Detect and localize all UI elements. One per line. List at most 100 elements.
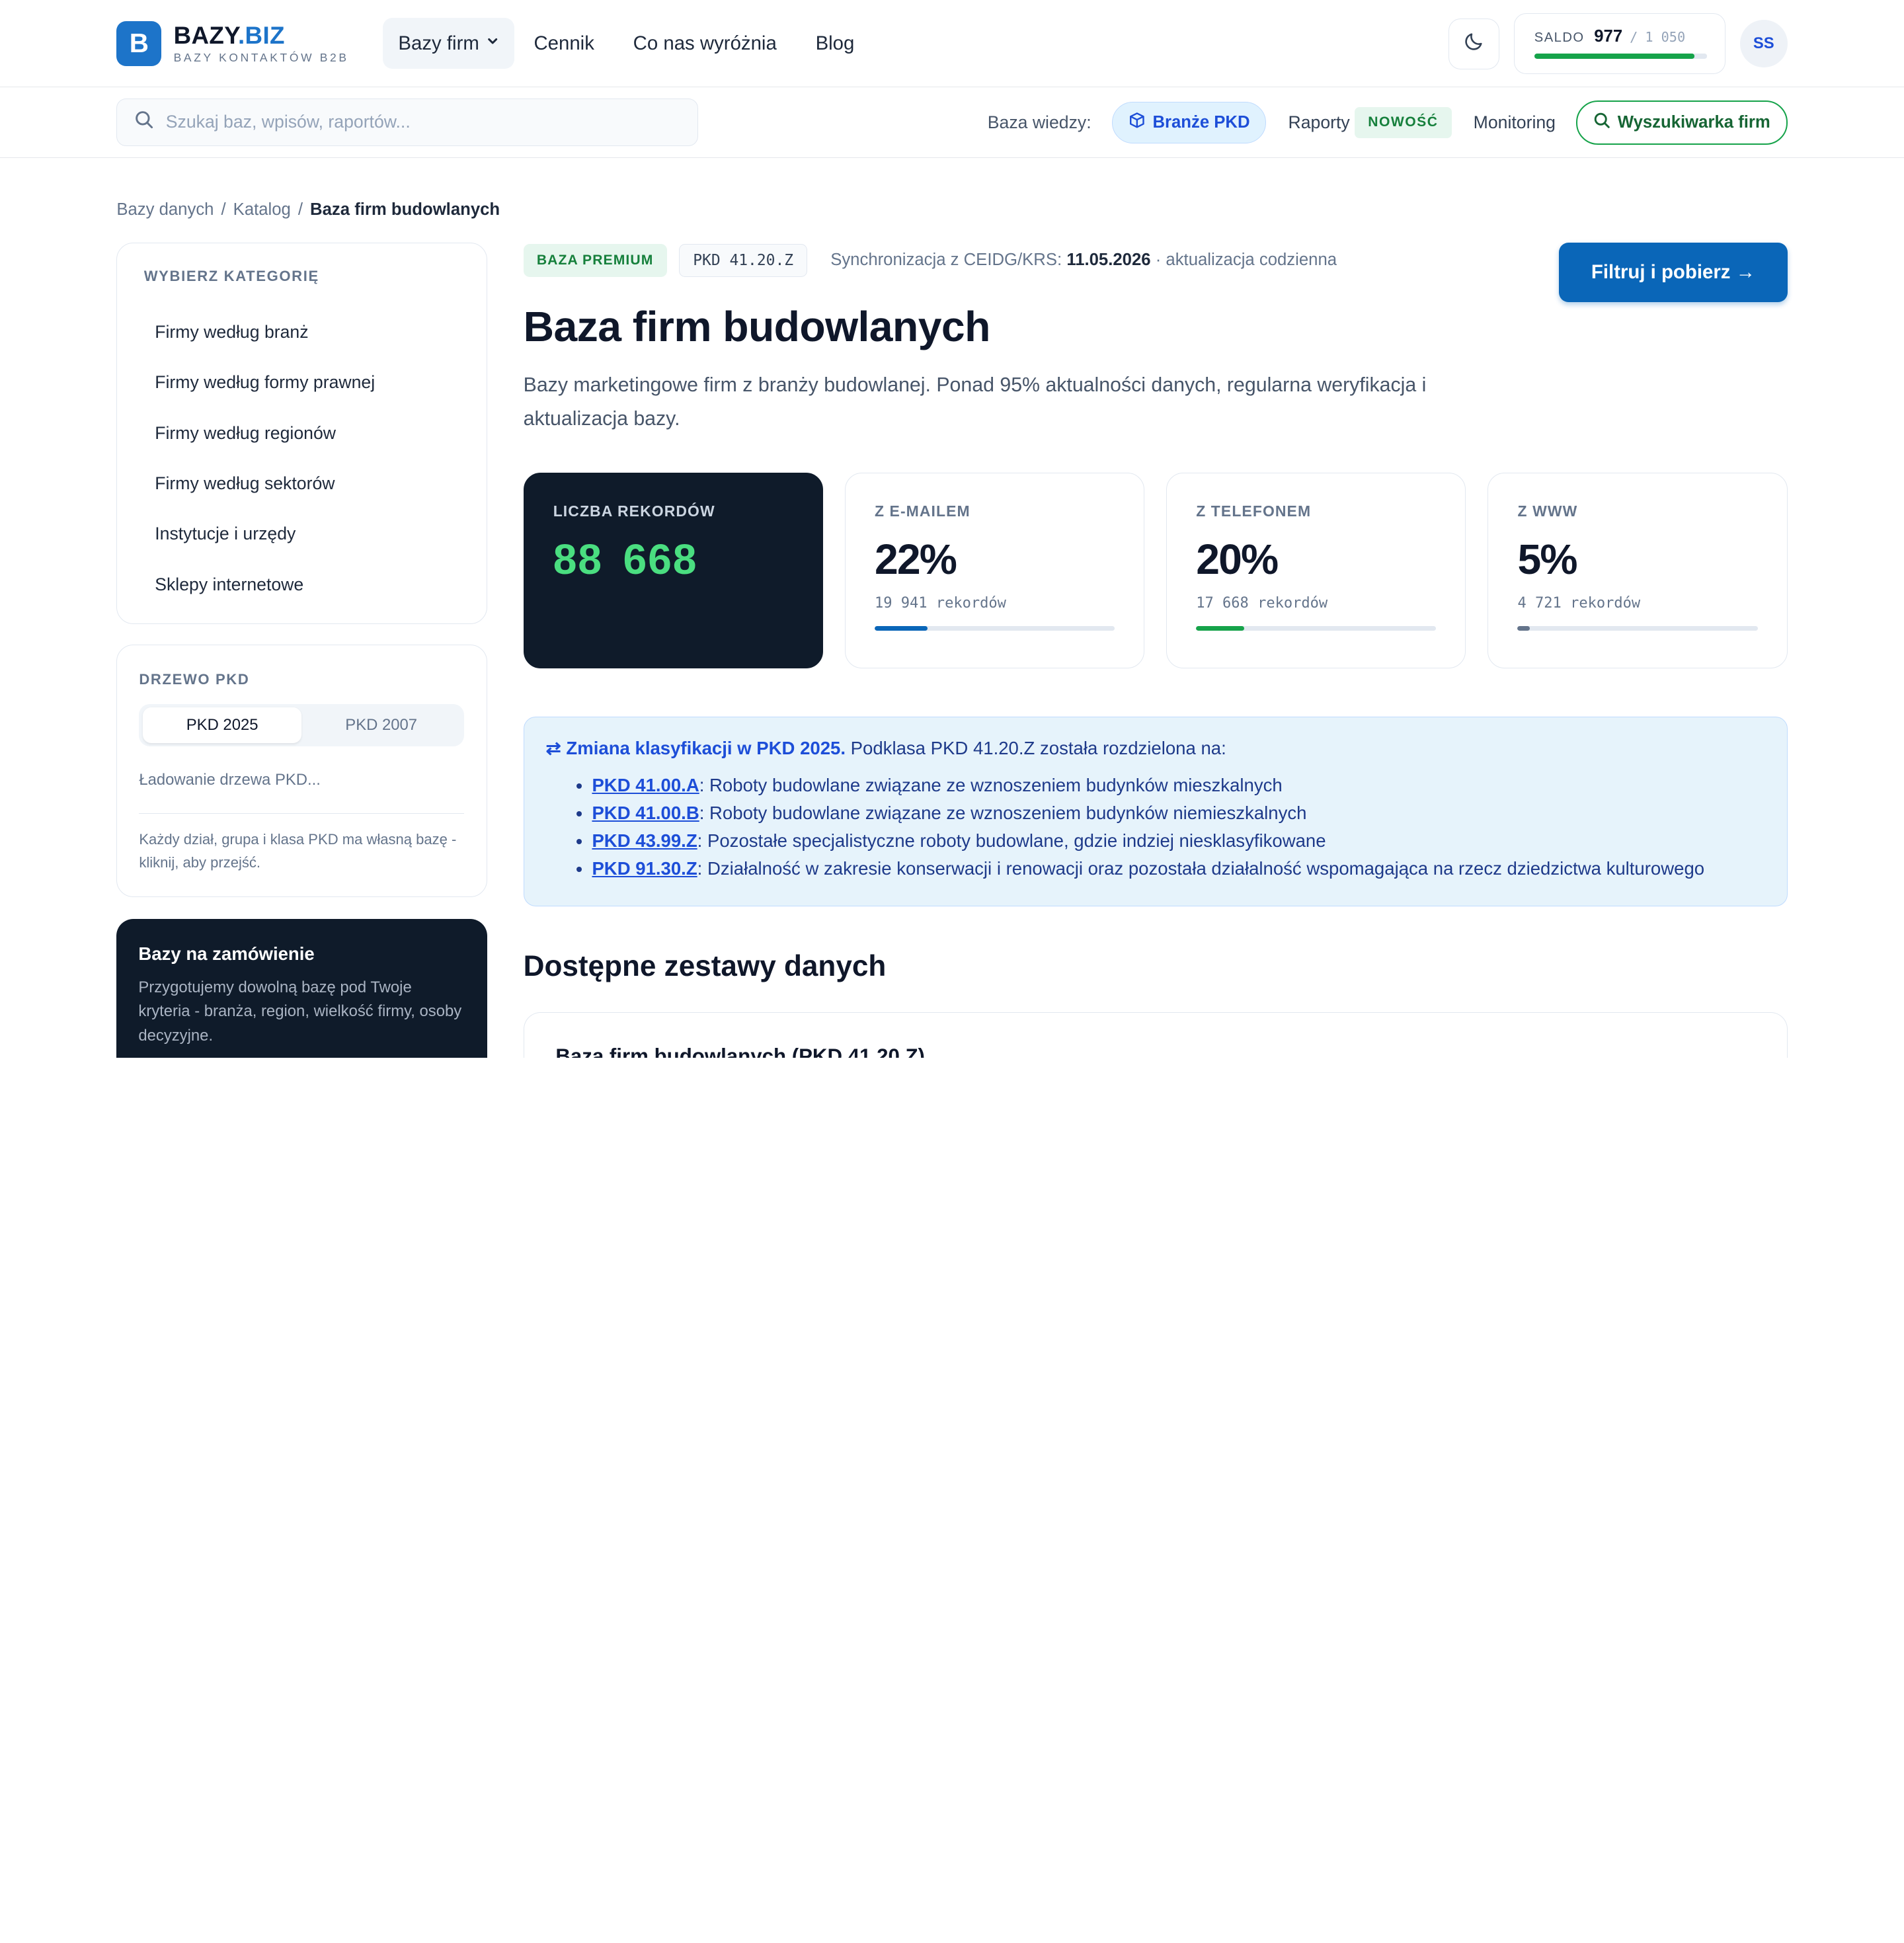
notice-list: PKD 41.00.A: Roboty budowlane związane z… [546, 772, 1765, 883]
pkd-link[interactable]: PKD 41.00.B [592, 803, 699, 823]
stat-sub: 4 721 rekordów [1517, 594, 1641, 612]
main-content: BAZA PREMIUM PKD 41.20.Z Synchronizacja … [523, 243, 1788, 1058]
pkd-link[interactable]: PKD 41.00.A [592, 775, 699, 795]
stat-label: LICZBA REKORDÓW [553, 502, 715, 520]
pkd-code-badge: PKD 41.20.Z [679, 243, 808, 277]
saldo-separator: / [1630, 29, 1638, 46]
search-placeholder: Szukaj baz, wpisów, raportów... [165, 112, 411, 132]
pkd-description: : Pozostałe specjalistyczne roboty budow… [697, 830, 1326, 852]
chevron-down-icon [487, 35, 498, 51]
category-item[interactable]: Firmy według regionów [144, 408, 459, 458]
stat-label: Z TELEFONEM [1196, 502, 1312, 520]
nav-cennik[interactable]: Cennik [514, 18, 614, 69]
breadcrumb-item[interactable]: Katalog [233, 200, 291, 219]
kb-branze-pkd-button[interactable]: Branże PKD [1111, 102, 1267, 143]
stat-sub: 19 941 rekordów [874, 594, 1006, 612]
dataset-title: Baza firm budowlanych (PKD 41.20.Z) [555, 1044, 925, 1058]
pkd-tree-note: Każdy dział, grupa i klasa PKD ma własną… [139, 831, 457, 871]
datasets-heading: Dostępne zestawy danych [523, 949, 887, 982]
breadcrumb-separator: / [221, 200, 226, 219]
kb-monitoring-link[interactable]: Monitoring [1474, 112, 1556, 133]
category-item[interactable]: Instytucje i urzędy [144, 509, 459, 559]
custom-order-text: Przygotujemy dowolną bazę pod Twoje kryt… [138, 978, 462, 1045]
header-right: SALDO 977 / 1 050 SS [1448, 13, 1788, 75]
category-heading: WYBIERZ KATEGORIĘ [143, 268, 319, 285]
stat-progress-fill [1517, 625, 1530, 631]
filter-download-button[interactable]: Filtruj i pobierz → [1559, 243, 1788, 303]
saldo-row: SALDO 977 / 1 050 [1534, 27, 1706, 46]
stat-card-www: Z WWW 5% 4 721 rekordów [1488, 472, 1788, 668]
notice-list-item: PKD 91.30.Z: Działalność w zakresie kons… [592, 855, 1765, 883]
category-item[interactable]: Firmy według formy prawnej [144, 358, 459, 408]
pkd-link[interactable]: PKD 91.30.Z [592, 858, 697, 879]
notice-heading: ⇄ Zmiana klasyfikacji w PKD 2025. Podkla… [546, 738, 1765, 759]
search-input[interactable]: Szukaj baz, wpisów, raportów... [116, 99, 699, 146]
stat-card-phone: Z TELEFONEM 20% 17 668 rekordów [1166, 472, 1466, 668]
pkd-description: : Działalność w zakresie konserwacji i r… [697, 858, 1705, 879]
category-item[interactable]: Sklepy internetowe [144, 559, 459, 610]
breadcrumb-item[interactable]: Bazy danych [116, 200, 214, 219]
custom-order-title: Bazy na zamówienie [138, 943, 315, 965]
nav-bazy-firm[interactable]: Bazy firm [382, 18, 515, 69]
logo-subtitle: BAZY KONTAKTÓW B2B [173, 51, 349, 65]
stat-label: Z E-MAILEM [874, 502, 971, 520]
breadcrumb: Bazy danych / Katalog / Baza firm budowl… [116, 200, 500, 219]
company-search-button[interactable]: Wyszukiwarka firm [1576, 100, 1788, 145]
kb-raporty-link[interactable]: Raporty [1288, 112, 1349, 133]
pkd-tree-loading: Ładowanie drzewa PKD... [139, 771, 465, 814]
saldo-max: 1 050 [1645, 29, 1686, 46]
logo-badge: B [116, 20, 162, 66]
notice-list-item: PKD 41.00.A: Roboty budowlane związane z… [592, 772, 1765, 799]
logo[interactable]: B BAZY.BIZ BAZY KONTAKTÓW B2B [116, 20, 382, 66]
logo-title-dot: .BIZ [237, 22, 285, 50]
pkd-change-notice: ⇄ Zmiana klasyfikacji w PKD 2025. Podkla… [523, 717, 1788, 906]
sync-prefix: Synchronizacja z CEIDG/KRS: [830, 251, 1062, 270]
custom-order-card[interactable]: Bazy na zamówienie Przygotujemy dowolną … [116, 919, 487, 1058]
kb-pill-label: Branże PKD [1152, 112, 1250, 132]
saldo-label: SALDO [1534, 30, 1585, 46]
page: B BAZY.BIZ BAZY KONTAKTÓW B2B Bazy firm … [0, 0, 1904, 1058]
pkd-link[interactable]: PKD 43.99.Z [592, 830, 697, 851]
notice-heading-bold: Zmiana klasyfikacji w PKD 2025. [566, 738, 846, 759]
stat-value: 22% [874, 535, 957, 584]
stats-row: LICZBA REKORDÓW 88 668 Z E-MAILEM 22% 19… [523, 472, 1788, 668]
stat-progress-bar [1517, 625, 1758, 631]
stat-sub: 17 668 rekordów [1196, 594, 1328, 612]
main-nav: Bazy firm Cennik Co nas wyróżnia Blog [382, 18, 874, 69]
notice-heading-rest: Podklasa PKD 41.20.Z została rozdzielona… [846, 738, 1226, 759]
category-item[interactable]: Firmy według branż [144, 307, 459, 357]
stat-progress-fill [1196, 625, 1244, 631]
category-card: WYBIERZ KATEGORIĘ Firmy według branż Fir… [116, 243, 487, 625]
page-description: Bazy marketingowe firm z branży budowlan… [523, 374, 1427, 430]
tab-pkd-2025[interactable]: PKD 2025 [142, 707, 302, 743]
nav-blog[interactable]: Blog [796, 18, 874, 69]
stat-progress-fill [874, 625, 928, 631]
theme-toggle-button[interactable] [1448, 18, 1500, 69]
category-item[interactable]: Firmy według sektorów [144, 458, 459, 508]
avatar[interactable]: SS [1740, 20, 1788, 67]
company-search-label: Wyszukiwarka firm [1617, 112, 1770, 132]
cube-icon [1129, 112, 1146, 134]
pkd-tree-heading: DRZEWO PKD [139, 670, 250, 688]
kb-label: Baza wiedzy: [987, 112, 1091, 132]
dataset-card[interactable]: Baza firm budowlanych (PKD 41.20.Z) [523, 1011, 1788, 1058]
stat-value: 20% [1196, 535, 1279, 584]
pkd-description: : Roboty budowlane związane ze wznoszeni… [699, 802, 1307, 823]
pkd-version-toggle: PKD 2025 PKD 2007 [139, 703, 465, 746]
nav-co-nas-wyroznia[interactable]: Co nas wyróżnia [614, 18, 796, 69]
stat-label: Z WWW [1517, 502, 1578, 520]
notice-list-item: PKD 43.99.Z: Pozostałe specjalistyczne r… [592, 827, 1765, 855]
stat-card-records: LICZBA REKORDÓW 88 668 [523, 472, 823, 668]
top-header: B BAZY.BIZ BAZY KONTAKTÓW B2B Bazy firm … [0, 0, 1904, 88]
tab-pkd-2007[interactable]: PKD 2007 [301, 707, 461, 742]
sync-suffix: · aktualizacja codzienna [1155, 251, 1337, 270]
stat-value: 88 668 [553, 535, 698, 584]
nav-label: Bazy firm [398, 32, 479, 54]
swap-icon: ⇄ [545, 738, 561, 759]
saldo-progress-bar [1534, 54, 1707, 59]
sync-date: 11.05.2026 [1066, 251, 1151, 270]
search-icon [1593, 112, 1610, 134]
breadcrumb-separator: / [298, 200, 303, 219]
saldo-value: 977 [1594, 27, 1623, 46]
saldo-widget[interactable]: SALDO 977 / 1 050 [1514, 13, 1726, 75]
